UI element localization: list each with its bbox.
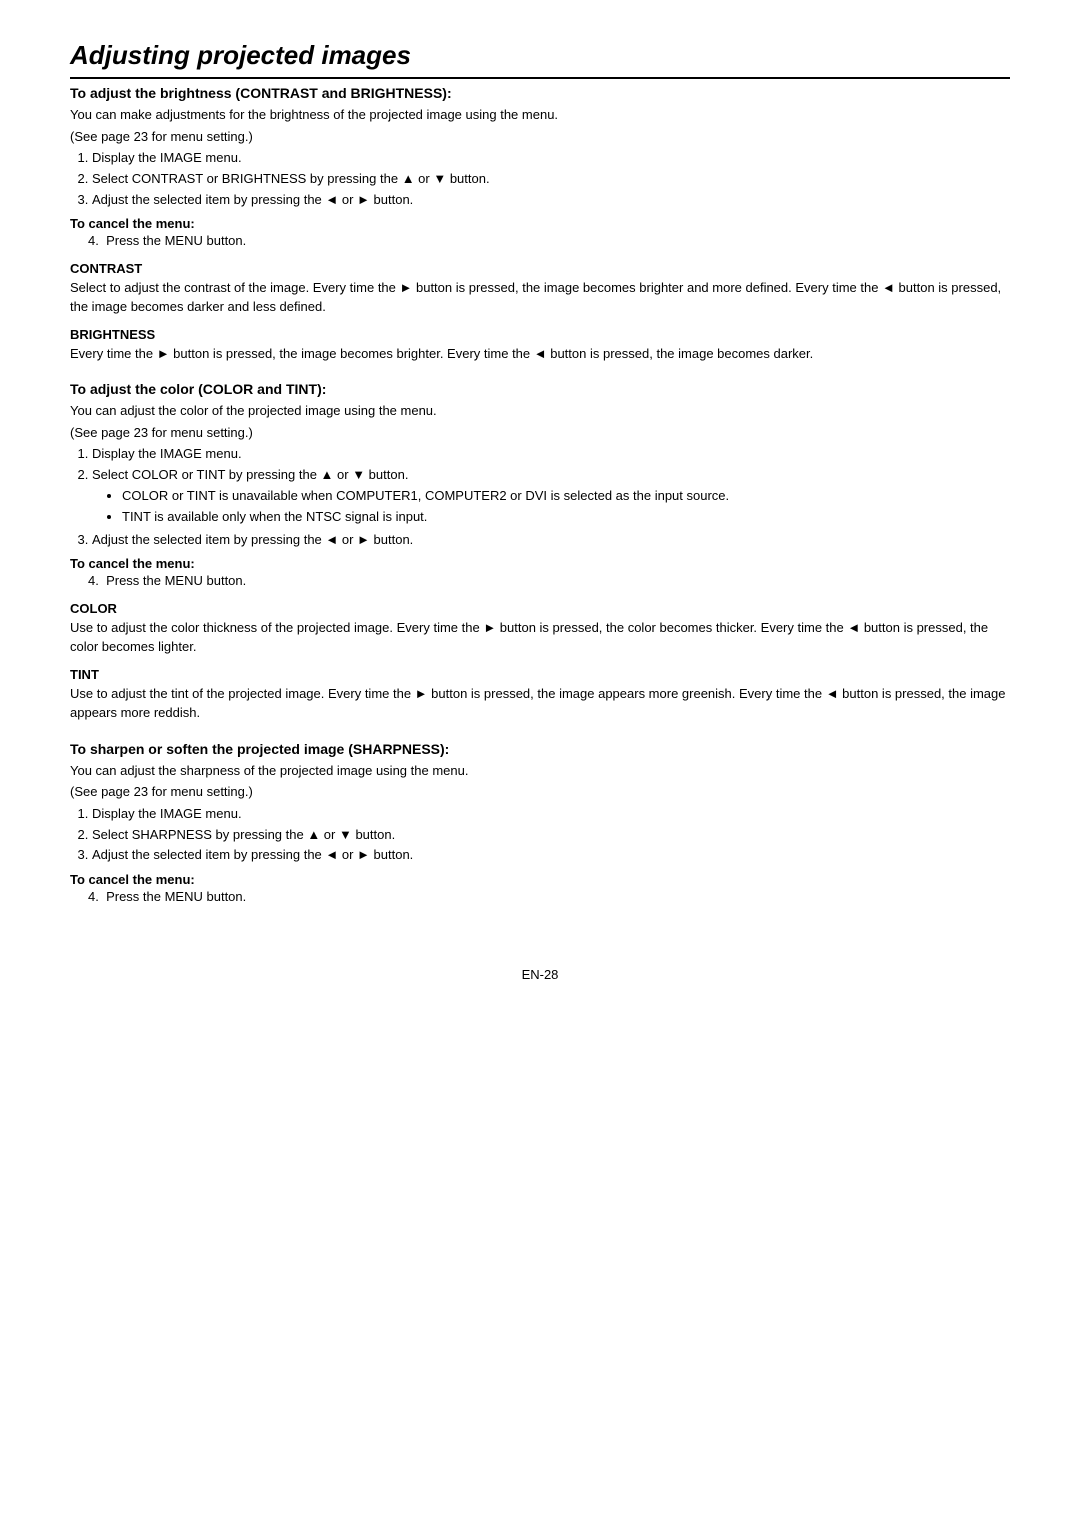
step-2-cb: Select CONTRAST or BRIGHTNESS by pressin… bbox=[92, 169, 1010, 190]
cancel-label-ct: To cancel the menu: bbox=[70, 556, 195, 571]
term-contrast: CONTRAST Select to adjust the contrast o… bbox=[70, 261, 1010, 317]
term-contrast-label: CONTRAST bbox=[70, 261, 1010, 276]
cancel-menu-sh: To cancel the menu: 4. Press the MENU bu… bbox=[70, 872, 1010, 907]
cancel-step-sh: 4. Press the MENU button. bbox=[88, 889, 246, 904]
steps-list-sharpness: Display the IMAGE menu. Select SHARPNESS… bbox=[92, 804, 1010, 866]
step-3-sh: Adjust the selected item by pressing the… bbox=[92, 845, 1010, 866]
bullet-2-ct: TINT is available only when the NTSC sig… bbox=[122, 507, 1010, 528]
step-1-ct: Display the IMAGE menu. bbox=[92, 444, 1010, 465]
cancel-label-cb: To cancel the menu: bbox=[70, 216, 195, 231]
intro-sharpness: You can adjust the sharpness of the proj… bbox=[70, 761, 1010, 781]
see-page-sharpness: (See page 23 for menu setting.) bbox=[70, 782, 1010, 802]
section-sharpness: To sharpen or soften the projected image… bbox=[70, 741, 1010, 907]
step-2-ct: Select COLOR or TINT by pressing the ▲ o… bbox=[92, 465, 1010, 527]
term-color-label: COLOR bbox=[70, 601, 1010, 616]
step2-bullets-ct: COLOR or TINT is unavailable when COMPUT… bbox=[122, 486, 1010, 528]
cancel-menu-cb: To cancel the menu: 4. Press the MENU bu… bbox=[70, 216, 1010, 251]
intro-contrast-brightness: You can make adjustments for the brightn… bbox=[70, 105, 1010, 125]
steps-list-contrast-brightness: Display the IMAGE menu. Select CONTRAST … bbox=[92, 148, 1010, 210]
cancel-step-cb: 4. Press the MENU button. bbox=[88, 233, 246, 248]
term-tint-desc: Use to adjust the tint of the projected … bbox=[70, 684, 1010, 723]
section-contrast-brightness: To adjust the brightness (CONTRAST and B… bbox=[70, 85, 1010, 363]
page-footer: EN-28 bbox=[70, 967, 1010, 982]
steps-list-color-tint: Display the IMAGE menu. Select COLOR or … bbox=[92, 444, 1010, 550]
see-page-color-tint: (See page 23 for menu setting.) bbox=[70, 423, 1010, 443]
term-tint-label: TINT bbox=[70, 667, 1010, 682]
term-color: COLOR Use to adjust the color thickness … bbox=[70, 601, 1010, 657]
term-brightness-desc: Every time the ► button is pressed, the … bbox=[70, 344, 1010, 364]
step-1-cb: Display the IMAGE menu. bbox=[92, 148, 1010, 169]
term-tint: TINT Use to adjust the tint of the proje… bbox=[70, 667, 1010, 723]
cancel-step-ct: 4. Press the MENU button. bbox=[88, 573, 246, 588]
section-color-tint: To adjust the color (COLOR and TINT): Yo… bbox=[70, 381, 1010, 722]
section-heading-color-tint: To adjust the color (COLOR and TINT): bbox=[70, 381, 1010, 397]
step-3-cb: Adjust the selected item by pressing the… bbox=[92, 190, 1010, 211]
term-brightness-label: BRIGHTNESS bbox=[70, 327, 1010, 342]
page-title: Adjusting projected images bbox=[70, 40, 1010, 79]
step-3-ct: Adjust the selected item by pressing the… bbox=[92, 530, 1010, 551]
step-2-sh: Select SHARPNESS by pressing the ▲ or ▼ … bbox=[92, 825, 1010, 846]
cancel-menu-ct: To cancel the menu: 4. Press the MENU bu… bbox=[70, 556, 1010, 591]
section-heading-contrast-brightness: To adjust the brightness (CONTRAST and B… bbox=[70, 85, 1010, 101]
cancel-label-sh: To cancel the menu: bbox=[70, 872, 195, 887]
section-heading-sharpness: To sharpen or soften the projected image… bbox=[70, 741, 1010, 757]
intro-color-tint: You can adjust the color of the projecte… bbox=[70, 401, 1010, 421]
see-page-contrast-brightness: (See page 23 for menu setting.) bbox=[70, 127, 1010, 147]
term-contrast-desc: Select to adjust the contrast of the ima… bbox=[70, 278, 1010, 317]
bullet-1-ct: COLOR or TINT is unavailable when COMPUT… bbox=[122, 486, 1010, 507]
term-brightness: BRIGHTNESS Every time the ► button is pr… bbox=[70, 327, 1010, 364]
term-color-desc: Use to adjust the color thickness of the… bbox=[70, 618, 1010, 657]
step-1-sh: Display the IMAGE menu. bbox=[92, 804, 1010, 825]
